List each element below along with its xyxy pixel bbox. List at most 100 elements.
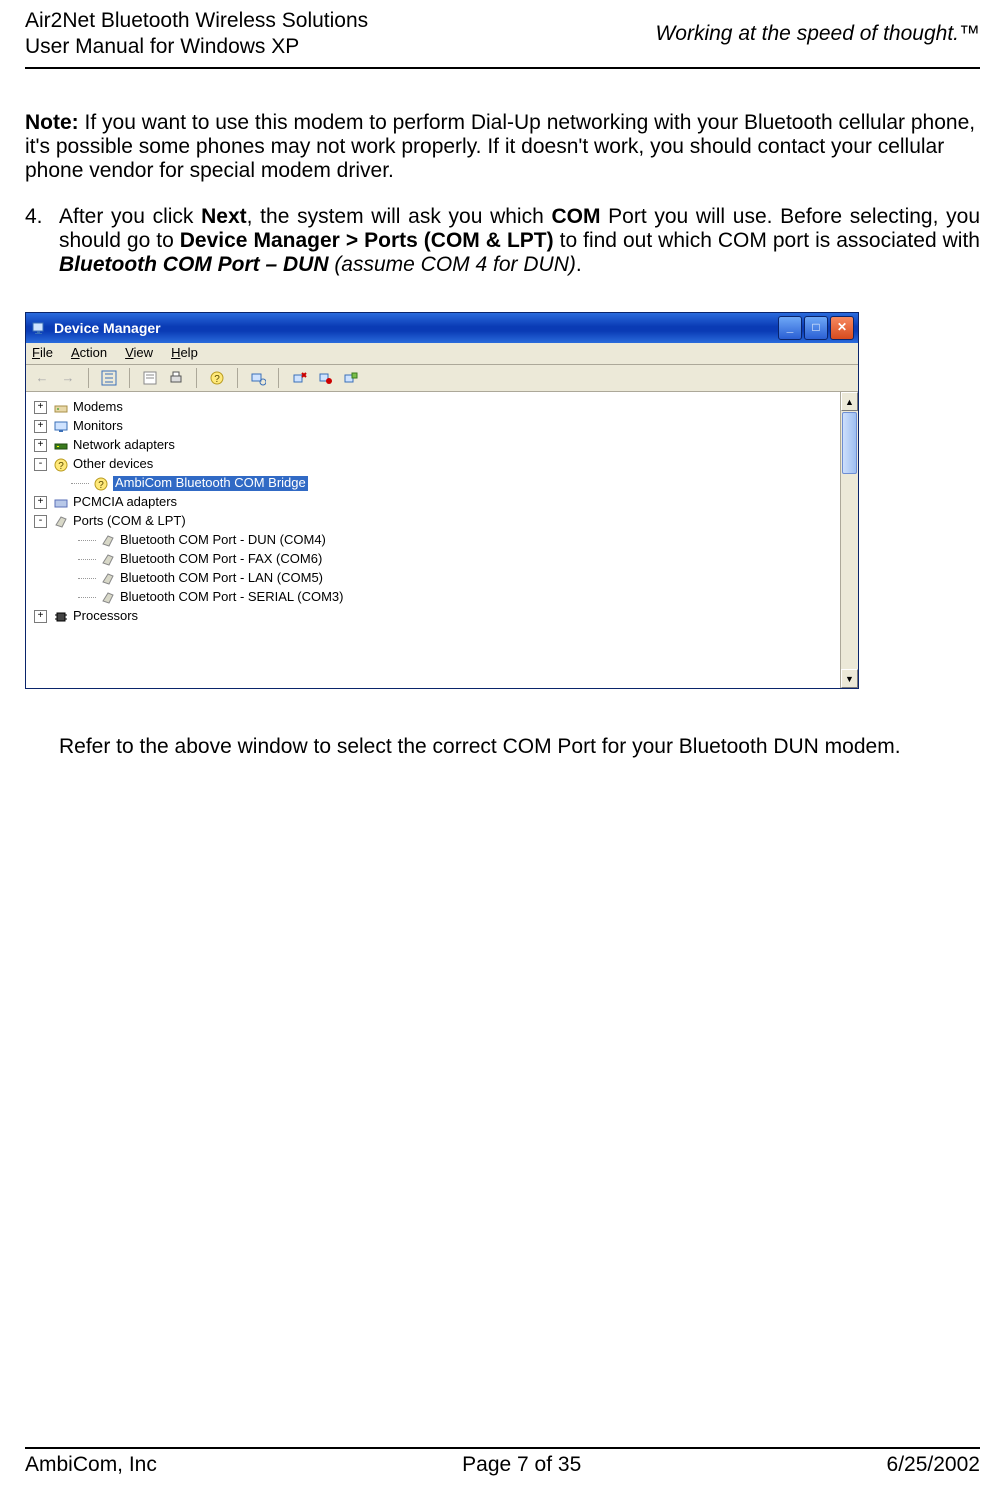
tree-node-pcmcia[interactable]: + PCMCIA adapters (34, 493, 836, 512)
tree-node-port-fax[interactable]: Bluetooth COM Port - FAX (COM6) (34, 550, 836, 569)
properties-icon[interactable] (140, 368, 160, 388)
tree-line (78, 559, 96, 560)
toolbar: ← → ? (26, 365, 858, 392)
monitor-icon (53, 419, 69, 435)
svg-text:?: ? (98, 480, 104, 491)
scroll-up-button[interactable]: ▲ (841, 392, 858, 411)
ports-icon (53, 514, 69, 530)
tree-label: PCMCIA adapters (73, 495, 177, 510)
expand-icon[interactable]: + (34, 420, 47, 433)
note-text: If you want to use this modem to perform… (25, 111, 975, 182)
toolbar-separator (237, 368, 238, 388)
port-icon (100, 533, 116, 549)
tree-label: Ports (COM & LPT) (73, 514, 186, 529)
footer-center: Page 7 of 35 (462, 1453, 581, 1477)
step4-mid1: , the system will ask you which (247, 205, 552, 228)
modem-icon (53, 400, 69, 416)
page-header: Air2Net Bluetooth Wireless Solutions Use… (25, 0, 980, 69)
back-button[interactable]: ← (32, 368, 52, 388)
tree-label: Monitors (73, 419, 123, 434)
collapse-icon[interactable]: - (34, 515, 47, 528)
note-label: Note: (25, 111, 79, 134)
uninstall-icon[interactable] (289, 368, 309, 388)
tree-label: Bluetooth COM Port - DUN (COM4) (120, 533, 326, 548)
menu-view[interactable]: View (125, 346, 153, 361)
tree-view-icon[interactable] (99, 368, 119, 388)
tree-line (78, 540, 96, 541)
menu-action[interactable]: Action (71, 346, 107, 361)
window-title: Device Manager (54, 320, 778, 336)
titlebar[interactable]: Device Manager _ □ ✕ (26, 313, 858, 343)
expand-icon[interactable]: + (34, 401, 47, 414)
step4-btport: Bluetooth COM Port – DUN (59, 253, 328, 276)
tree-node-ports[interactable]: - Ports (COM & LPT) (34, 512, 836, 531)
tree-label: Other devices (73, 457, 153, 472)
svg-text:?: ? (214, 374, 220, 385)
scroll-down-button[interactable]: ▼ (841, 669, 858, 688)
tree-label-selected: AmbiCom Bluetooth COM Bridge (113, 476, 308, 491)
toolbar-separator (196, 368, 197, 388)
tree-node-monitors[interactable]: + Monitors (34, 417, 836, 436)
tree-label: Modems (73, 400, 123, 415)
step4-assume: (assume COM 4 for DUN) (328, 253, 575, 276)
close-button[interactable]: ✕ (830, 316, 854, 340)
forward-button[interactable]: → (58, 368, 78, 388)
port-icon (100, 552, 116, 568)
step4-mid3: to find out which COM port is associated… (554, 229, 980, 252)
after-screenshot-text: Refer to the above window to select the … (25, 735, 980, 759)
tree-node-network[interactable]: + Network adapters (34, 436, 836, 455)
step4-com: COM (551, 205, 600, 228)
port-icon (100, 571, 116, 587)
tree-label: Bluetooth COM Port - FAX (COM6) (120, 552, 322, 567)
port-icon (100, 590, 116, 606)
maximize-button[interactable]: □ (804, 316, 828, 340)
tree-node-port-dun[interactable]: Bluetooth COM Port - DUN (COM4) (34, 531, 836, 550)
minimize-button[interactable]: _ (778, 316, 802, 340)
toolbar-separator (129, 368, 130, 388)
step-4-number: 4. (25, 205, 59, 277)
step4-next: Next (201, 205, 247, 228)
tree-line (78, 597, 96, 598)
vertical-scrollbar[interactable]: ▲ ▼ (840, 392, 858, 688)
tree-node-modems[interactable]: + Modems (34, 398, 836, 417)
scroll-track[interactable] (841, 411, 858, 669)
scroll-thumb[interactable] (842, 412, 857, 474)
tree-node-port-lan[interactable]: Bluetooth COM Port - LAN (COM5) (34, 569, 836, 588)
expand-icon[interactable]: + (34, 496, 47, 509)
print-icon[interactable] (166, 368, 186, 388)
app-icon (32, 320, 48, 336)
header-title: Air2Net Bluetooth Wireless Solutions Use… (25, 8, 368, 61)
update-driver-icon[interactable] (341, 368, 361, 388)
tree-line (71, 483, 89, 484)
menu-file[interactable]: File (32, 346, 53, 361)
toolbar-separator (88, 368, 89, 388)
tree-node-port-serial[interactable]: Bluetooth COM Port - SERIAL (COM3) (34, 588, 836, 607)
other-devices-icon: ? (53, 457, 69, 473)
unknown-device-icon: ? (93, 476, 109, 492)
page-footer: AmbiCom, Inc Page 7 of 35 6/25/2002 (25, 1447, 980, 1477)
step4-dm: Device Manager > Ports (COM & LPT) (180, 229, 554, 252)
note-paragraph: Note: If you want to use this modem to p… (25, 111, 980, 183)
step4-period: . (576, 253, 582, 276)
collapse-icon[interactable]: - (34, 458, 47, 471)
network-icon (53, 438, 69, 454)
expand-icon[interactable]: + (34, 439, 47, 452)
help-icon[interactable]: ? (207, 368, 227, 388)
svg-text:?: ? (58, 461, 64, 472)
device-tree[interactable]: + Modems + Monitors (26, 392, 840, 688)
tree-label: Bluetooth COM Port - LAN (COM5) (120, 571, 323, 586)
step-4-body: After you click Next, the system will as… (59, 205, 980, 277)
tree-node-processors[interactable]: + Processors (34, 607, 836, 626)
tree-label: Bluetooth COM Port - SERIAL (COM3) (120, 590, 343, 605)
tree-node-ambicom[interactable]: ? AmbiCom Bluetooth COM Bridge (34, 474, 836, 493)
expand-icon[interactable]: + (34, 610, 47, 623)
tree-node-other[interactable]: - ? Other devices (34, 455, 836, 474)
tree-label: Network adapters (73, 438, 175, 453)
step-4: 4. After you click Next, the system will… (25, 205, 980, 277)
header-tagline: Working at the speed of thought.™ (655, 22, 980, 46)
menu-help[interactable]: Help (171, 346, 198, 361)
tree-label: Processors (73, 609, 138, 624)
scan-icon[interactable] (248, 368, 268, 388)
disable-icon[interactable] (315, 368, 335, 388)
step4-pre: After you click (59, 205, 201, 228)
